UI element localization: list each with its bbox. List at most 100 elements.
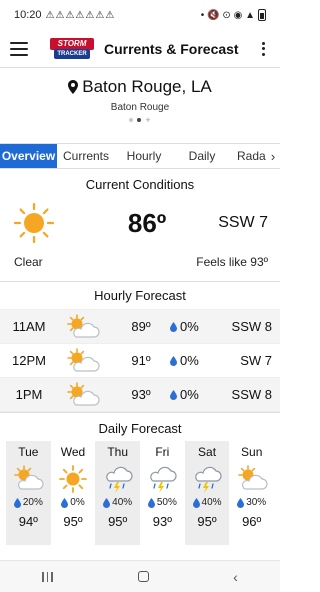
app-bar: STORM TRACKER Currents & Forecast	[0, 30, 280, 68]
day-precip-value: 20%	[22, 497, 43, 508]
partly-cloudy-icon	[67, 347, 100, 372]
chevron-right-icon[interactable]: ›	[266, 144, 280, 168]
home-icon[interactable]	[137, 571, 149, 582]
warning-icons: ⚠⚠⚠⚠⚠⚠⚠	[45, 9, 116, 21]
thunderstorm-icon	[195, 466, 222, 493]
hourly-row[interactable]: 1PM 93º 0% SSW 8	[0, 378, 280, 412]
tab-hourly[interactable]: Hourly	[115, 144, 173, 168]
more-options-icon[interactable]	[254, 39, 272, 59]
day-precip: 50%	[140, 497, 185, 508]
hourly-row[interactable]: 11AM 89º 0% SSW 8	[0, 310, 280, 344]
hour-temperature: 91º	[131, 353, 151, 368]
day-precip: 30%	[229, 497, 274, 508]
partly-cloudy-icon	[14, 465, 44, 490]
status-bar: 10:20 ⚠⚠⚠⚠⚠⚠⚠ • 🔇 ⊙ ◉ ▲	[0, 0, 280, 30]
hour-precip-value: 0%	[180, 387, 199, 402]
day-precip: 40%	[185, 497, 230, 508]
raindrop-icon	[170, 389, 177, 400]
hour-precip: 0%	[170, 353, 218, 368]
recent-apps-icon[interactable]	[42, 571, 54, 582]
hourly-forecast-title: Hourly Forecast	[0, 282, 280, 310]
hour-wind: SSW 8	[231, 319, 272, 334]
partly-cloudy-icon	[67, 313, 100, 338]
back-icon[interactable]: ‹	[233, 569, 238, 585]
day-temperature: 96º	[242, 514, 262, 529]
raindrop-icon	[13, 497, 21, 508]
thunderstorm-icon	[150, 466, 177, 493]
sun-icon	[59, 465, 87, 493]
day-precip-value: 0%	[70, 497, 85, 508]
day-temperature: 93º	[152, 514, 172, 529]
add-location-icon[interactable]: +	[145, 116, 150, 125]
menu-icon[interactable]	[10, 41, 28, 56]
current-wind: SSW 7	[218, 214, 268, 231]
hourly-list: 11AM 89º 0% SSW 8 12PM 91º 0% SW 7 1PM 9…	[0, 310, 280, 412]
day-precip: 0%	[51, 497, 96, 508]
hour-temperature: 93º	[131, 387, 151, 402]
day-name: Sun	[241, 445, 263, 459]
battery-icon	[258, 9, 266, 21]
daily-card[interactable]: Sat 40% 95º	[184, 441, 230, 545]
raindrop-icon	[192, 497, 200, 508]
logo-text-bottom: TRACKER	[54, 48, 90, 59]
hour-time: 1PM	[15, 387, 43, 402]
current-temperature: 86º	[127, 207, 167, 238]
daily-forecast: Daily Forecast Tue 20% 94º Wed 0% 95º Th…	[0, 412, 280, 545]
day-temperature: 95º	[63, 514, 83, 529]
hour-precip-value: 0%	[180, 319, 199, 334]
page-dot	[129, 118, 134, 122]
daily-list: Tue 20% 94º Wed 0% 95º Thu 40% 95º Fri 5…	[0, 441, 280, 545]
day-name: Tue	[18, 445, 39, 459]
page-dot-active	[137, 118, 142, 122]
current-conditions-title: Current Conditions	[0, 169, 280, 197]
daily-forecast-title: Daily Forecast	[0, 413, 280, 441]
day-temperature: 95º	[197, 514, 217, 529]
hour-wind: SSW 8	[231, 387, 272, 402]
day-precip-value: 50%	[156, 497, 177, 508]
tab-overview[interactable]: Overview	[0, 144, 57, 168]
day-precip-value: 30%	[246, 497, 267, 508]
hour-wind: SW 7	[240, 353, 272, 368]
feels-like-text: Feels like 93º	[196, 255, 268, 269]
hourly-row[interactable]: 12PM 91º 0% SW 7	[0, 344, 280, 378]
raindrop-icon	[170, 355, 177, 366]
raindrop-icon	[103, 497, 111, 508]
thunderstorm-icon	[105, 466, 133, 493]
daily-card[interactable]: Wed 0% 95º	[51, 441, 96, 545]
day-precip-value: 40%	[112, 497, 133, 508]
system-nav-bar: ‹	[0, 560, 280, 592]
tab-bar: Overview Currents Hourly Daily Radar ›	[0, 143, 280, 169]
logo-text-top: STORM	[50, 37, 94, 50]
day-name: Sat	[198, 445, 217, 459]
daily-card[interactable]: Thu 40% 95º	[95, 441, 141, 545]
raindrop-icon	[237, 497, 245, 508]
partly-cloudy-icon	[67, 381, 100, 406]
status-dot: •	[200, 9, 205, 21]
daily-card[interactable]: Tue 20% 94º	[6, 441, 51, 545]
page-title: Currents & Forecast	[104, 40, 239, 57]
location-name: Baton Rouge, LA	[82, 77, 212, 96]
day-precip: 20%	[6, 497, 51, 508]
day-temperature: 95º	[108, 514, 128, 529]
day-temperature: 94º	[18, 514, 38, 529]
raindrop-icon	[61, 497, 69, 508]
hourly-forecast: Hourly Forecast 11AM 89º 0% SSW 8 12PM 9…	[0, 282, 280, 412]
status-time: 10:20	[14, 9, 42, 21]
location-pin-icon	[68, 80, 79, 94]
location-subtitle: Baton Rouge	[110, 102, 170, 113]
daily-card[interactable]: Sun 30% 96º	[229, 441, 274, 545]
tab-daily[interactable]: Daily	[173, 144, 231, 168]
daily-card[interactable]: Fri 50% 93º	[140, 441, 185, 545]
hour-precip: 0%	[170, 387, 218, 402]
current-conditions[interactable]: Current Conditions 86º SSW 7 Clear Feels…	[0, 169, 280, 282]
tab-currents[interactable]: Currents	[57, 144, 115, 168]
day-name: Wed	[60, 445, 86, 459]
hour-precip-value: 0%	[180, 353, 199, 368]
day-name: Fri	[155, 445, 170, 459]
page-indicator: +	[0, 116, 280, 125]
sun-icon	[13, 202, 55, 244]
partly-cloudy-icon	[237, 465, 268, 490]
location-header[interactable]: Baton Rouge, LA Baton Rouge +	[0, 68, 280, 143]
day-precip: 40%	[95, 497, 140, 508]
day-precip-value: 40%	[201, 497, 222, 508]
